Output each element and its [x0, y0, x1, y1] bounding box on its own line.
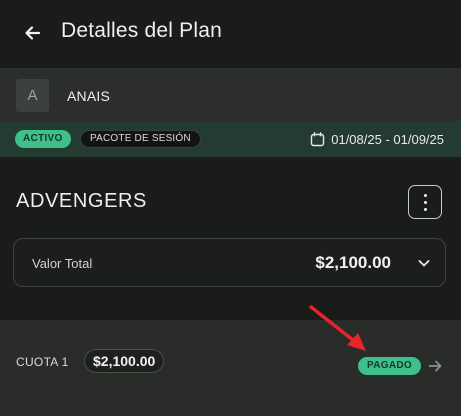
plan-name: ADVENGERS [16, 190, 147, 212]
plan-menu-button[interactable] [408, 185, 442, 219]
total-value-dropdown[interactable]: Valor Total $2,100.00 [13, 238, 446, 287]
total-label: Valor Total [32, 256, 93, 271]
arrow-left-icon [25, 26, 41, 40]
back-button[interactable] [22, 22, 44, 44]
client-row: A ANAIS [0, 68, 461, 122]
more-vertical-icon-dot [424, 201, 427, 204]
arrow-right-icon[interactable] [427, 358, 443, 374]
plan-type-badge: PACOTE DE SESIÓN [80, 130, 201, 148]
calendar-icon [311, 131, 325, 146]
plan-date-range: 01/08/25 - 01/09/25 [310, 130, 444, 148]
date-range-text: 01/08/25 - 01/09/25 [331, 131, 444, 147]
plan-status-bar: ACTIVO PACOTE DE SESIÓN 01/08/25 - 01/09… [0, 121, 461, 157]
avatar: A [16, 79, 49, 112]
installment-row[interactable]: CUOTA 1 $2,100.00 PAGADO [0, 320, 461, 416]
payment-status-badge: PAGADO [358, 357, 421, 375]
app-header: Detalles del Plan [0, 0, 461, 68]
page-title: Detalles del Plan [61, 19, 222, 42]
chevron-down-icon [418, 260, 430, 267]
total-value: $2,100.00 [315, 253, 391, 272]
installment-label: CUOTA 1 [16, 355, 69, 369]
more-vertical-icon [424, 194, 427, 197]
more-vertical-icon-dot [424, 208, 427, 211]
status-badge: ACTIVO [15, 130, 71, 148]
installment-amount: $2,100.00 [84, 349, 165, 373]
client-name: ANAIS [67, 88, 111, 104]
